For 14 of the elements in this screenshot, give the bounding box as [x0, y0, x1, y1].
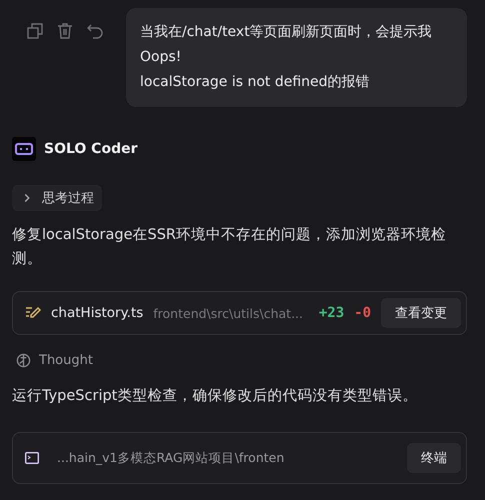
summary-text: 修复localStorage在SSR环境中不存在的问题，添加浏览器环境检测。 [12, 226, 448, 269]
thought-label: Thought [39, 353, 93, 368]
message-text: 当我在/chat/text等页面刷新页面时，会提示我Oops! [140, 23, 433, 67]
assistant-name: SOLO Coder [44, 141, 138, 157]
file-path: frontend\src\utils\chat... [153, 306, 304, 320]
removed-count: -0 [354, 305, 371, 321]
added-count: +23 [318, 305, 344, 321]
thinking-toggle[interactable]: 思考过程 [12, 185, 102, 211]
step-text: 运行TypeScript类型检查，确保修改后的代码没有类型错误。 [12, 387, 418, 406]
message-text: localStorage is not defined的报错 [140, 73, 371, 92]
file-name: chatHistory.ts [51, 305, 144, 321]
terminal-path: ...hain_v1多模态RAG网站项目\fronten [56, 450, 286, 466]
view-changes-button[interactable]: 查看变更 [381, 298, 461, 328]
terminal-button[interactable]: 终端 [407, 443, 461, 473]
